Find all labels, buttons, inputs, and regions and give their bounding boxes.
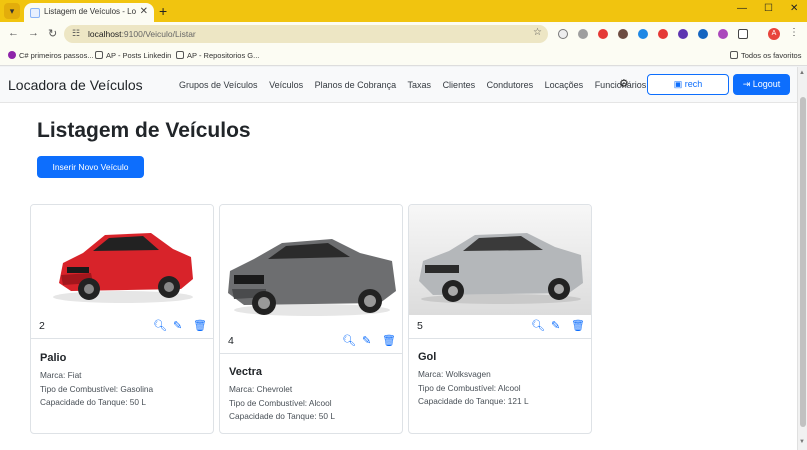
delete-icon[interactable]: 🗑︎ [571, 319, 585, 332]
edit-icon[interactable]: ✎ [173, 319, 182, 332]
card-header: 4 🔍︎ ✎ 🗑︎ [220, 330, 402, 354]
logout-button[interactable]: ⇥ Logout [733, 74, 790, 95]
extension-icon[interactable] [558, 29, 568, 39]
vehicle-fuel: Tipo de Combustível: Alcool [418, 382, 521, 393]
browser-tab[interactable]: Listagem de Veículos - Locadora de Veícu… [24, 3, 154, 22]
bookmark-star-icon[interactable]: ☆ [533, 27, 542, 38]
camera-extension-icon[interactable] [578, 29, 588, 39]
view-icon[interactable]: 🔍︎ [153, 319, 167, 332]
insert-vehicle-button[interactable]: Inserir Novo Veículo [37, 156, 144, 178]
extension-icon[interactable] [718, 29, 728, 39]
page-viewport: Locadora de Veículos Grupos de Veículos … [0, 67, 797, 450]
vehicle-model: Palio [40, 352, 67, 364]
vehicle-brand: Marca: Fiat [40, 370, 82, 380]
forward-icon[interactable]: → [28, 27, 39, 39]
vehicle-id: 4 [228, 335, 234, 347]
scroll-thumb[interactable] [800, 97, 806, 427]
delete-icon[interactable]: 🗑︎ [193, 319, 207, 332]
gear-icon[interactable]: ⚙ [619, 77, 629, 90]
bookmarks-bar: C# primeiros passos... AP - Posts Linked… [0, 46, 807, 66]
extension-icon[interactable] [638, 29, 648, 39]
browser-tab-bar: ▾ Listagem de Veículos - Locadora de Veí… [0, 0, 807, 22]
new-tab-button[interactable]: + [159, 3, 167, 19]
bookmark-item[interactable]: AP - Repositorios G... [176, 51, 259, 60]
maximize-icon[interactable]: ☐ [764, 3, 773, 14]
edit-icon[interactable]: ✎ [551, 319, 560, 332]
folder-icon [176, 51, 184, 59]
nav-link-taxas[interactable]: Taxas [408, 80, 432, 90]
vehicle-fuel: Tipo de Combustível: Gasolina [40, 383, 154, 394]
card-body: Vectra Marca: Chevrolet Tipo de Combustí… [229, 366, 335, 424]
view-icon[interactable]: 🔍︎ [342, 334, 356, 347]
vehicle-model: Gol [418, 351, 437, 363]
vehicle-tank: Capacidade do Tanque: 50 L [229, 411, 335, 421]
scroll-up-icon[interactable]: ▲ [799, 70, 805, 76]
page-scrollbar[interactable]: ▲ ▼ [797, 67, 807, 450]
card-body: Palio Marca: Fiat Tipo de Combustível: G… [40, 352, 153, 410]
nav-link-veiculos[interactable]: Veículos [269, 80, 303, 90]
card-header: 2 🔍︎ ✎ 🗑︎ [31, 315, 213, 339]
user-card-icon: ▣ [673, 79, 685, 89]
edit-icon[interactable]: ✎ [362, 334, 371, 347]
folder-icon [95, 51, 103, 59]
tab-search-button[interactable]: ▾ [4, 3, 20, 19]
vehicle-card: 5 🔍︎ ✎ 🗑︎ Gol Marca: Wolksvagen Tipo de … [408, 204, 592, 434]
back-icon[interactable]: ← [8, 27, 19, 39]
card-header: 5 🔍︎ ✎ 🗑︎ [409, 315, 591, 339]
url-text[interactable]: localhost:9100/Veiculo/Listar [88, 29, 196, 39]
vehicle-tank: Capacidade do Tanque: 50 L [40, 397, 146, 407]
nav-menu: Grupos de Veículos Veículos Planos de Co… [179, 80, 655, 90]
vehicle-fuel: Tipo de Combustível: Alcool [229, 397, 332, 408]
page-favicon-icon [30, 8, 40, 18]
nav-link-clientes[interactable]: Clientes [443, 80, 476, 90]
nav-link-planos[interactable]: Planos de Cobrança [315, 80, 397, 90]
address-toolbar: ← → ↻ ☷ localhost:9100/Veiculo/Listar ☆ … [0, 22, 807, 46]
nav-link-grupos[interactable]: Grupos de Veículos [179, 80, 258, 90]
scroll-down-icon[interactable]: ▼ [799, 439, 805, 445]
puzzle-icon[interactable] [738, 29, 748, 39]
view-icon[interactable]: 🔍︎ [531, 319, 545, 332]
browser-menu-icon[interactable]: ⋮ [789, 27, 799, 38]
app-navbar: Locadora de Veículos Grupos de Veículos … [0, 67, 797, 103]
tab-close-icon[interactable]: ✕ [140, 6, 148, 17]
extension-icon[interactable] [658, 29, 668, 39]
vehicle-model: Vectra [229, 366, 263, 378]
minimize-icon[interactable]: — [737, 3, 747, 14]
extension-icon[interactable] [698, 29, 708, 39]
extension-icon[interactable] [678, 29, 688, 39]
logout-icon: ⇥ [742, 79, 753, 89]
folder-icon [730, 51, 738, 59]
vehicle-card: 2 🔍︎ ✎ 🗑︎ Palio Marca: Fiat Tipo de Comb… [30, 204, 214, 434]
profile-avatar[interactable]: A [768, 28, 780, 40]
vehicle-id: 2 [39, 320, 45, 332]
close-window-icon[interactable]: ✕ [790, 3, 798, 14]
brand-link[interactable]: Locadora de Veículos [8, 77, 143, 93]
vehicle-card: 4 🔍︎ ✎ 🗑︎ Vectra Marca: Chevrolet Tipo d… [219, 204, 403, 434]
all-bookmarks[interactable]: Todos os favoritos [730, 51, 801, 60]
vehicle-image [31, 205, 213, 315]
site-info-icon[interactable]: ☷ [72, 28, 80, 39]
delete-icon[interactable]: 🗑︎ [382, 334, 396, 347]
nav-link-condutores[interactable]: Condutores [487, 80, 534, 90]
nav-link-locacoes[interactable]: Locações [545, 80, 584, 90]
user-button[interactable]: ▣ rech [647, 74, 729, 95]
vehicle-brand: Marca: Chevrolet [229, 384, 293, 394]
vehicle-brand: Marca: Wolksvagen [418, 369, 491, 379]
extension-icon[interactable] [618, 29, 628, 39]
page-title: Listagem de Veículos [37, 119, 251, 142]
reload-icon[interactable]: ↻ [48, 27, 57, 40]
vehicle-image [220, 205, 402, 330]
record-extension-icon[interactable] [598, 29, 608, 39]
bookmark-icon [8, 51, 16, 59]
vehicle-id: 5 [417, 320, 423, 332]
bookmark-item[interactable]: C# primeiros passos... [8, 51, 94, 60]
card-body: Gol Marca: Wolksvagen Tipo de Combustíve… [418, 351, 529, 409]
bookmark-item[interactable]: AP - Posts Linkedin [95, 51, 171, 60]
vehicle-tank: Capacidade do Tanque: 121 L [418, 396, 529, 406]
url-bar[interactable]: ☷ localhost:9100/Veiculo/Listar ☆ [64, 25, 548, 43]
vehicle-image [409, 205, 591, 315]
tab-title: Listagem de Veículos - Locadora de Veícu… [44, 7, 136, 16]
